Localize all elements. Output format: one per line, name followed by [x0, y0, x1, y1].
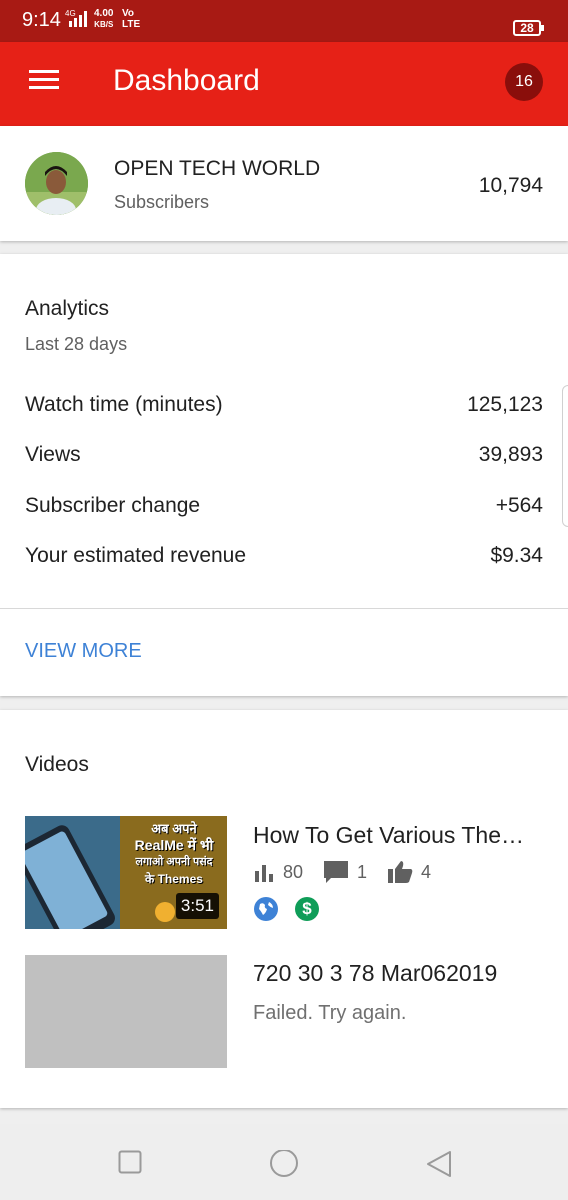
channel-name: OPEN TECH WORLD	[114, 157, 321, 180]
subscribers-count: 10,794	[478, 174, 543, 197]
divider	[0, 608, 568, 609]
monetization-icon: $	[295, 897, 319, 921]
subscribers-label: Subscribers	[114, 192, 210, 212]
speed-value: 4.00	[94, 8, 114, 19]
signal-icon	[69, 11, 87, 27]
system-nav-bar	[0, 1124, 568, 1200]
comments-count: 1	[357, 861, 368, 882]
upload-failed-status[interactable]: Failed. Try again.	[253, 1002, 406, 1025]
back-icon[interactable]	[426, 1150, 452, 1178]
status-bar: 9:14 4G 4.00 KB/S Vo LTE 28	[0, 0, 568, 42]
bar-chart-icon	[255, 865, 273, 882]
video-duration: 3:51	[175, 893, 219, 919]
metric-label-subscriber-change: Subscriber change	[25, 494, 201, 517]
network-speed: 4.00 KB/S	[94, 8, 113, 30]
page-title: Dashboard	[113, 64, 260, 97]
view-more-button[interactable]: VIEW MORE	[25, 640, 142, 663]
recents-icon[interactable]	[118, 1150, 142, 1174]
home-icon[interactable]	[269, 1150, 299, 1180]
thumbs-up-icon	[388, 861, 413, 883]
battery-icon: 28	[513, 20, 544, 36]
volte-indicator: Vo LTE	[122, 8, 140, 30]
metric-value-views: 39,893	[478, 443, 543, 466]
metric-label-views: Views	[25, 443, 81, 466]
volte-bottom: LTE	[122, 19, 141, 30]
app-bar: Dashboard 16	[0, 42, 568, 126]
status-time: 9:14	[22, 9, 61, 31]
views-count: 80	[283, 861, 304, 882]
comment-icon	[324, 861, 349, 883]
menu-icon[interactable]	[29, 68, 59, 92]
analytics-title: Analytics	[25, 297, 110, 320]
thumbnail-text: अब अपने RealMe में भी लगाओ अपनी पसंद के …	[121, 820, 227, 888]
video-thumbnail-placeholder[interactable]	[25, 955, 227, 1068]
channel-avatar	[25, 152, 88, 215]
globe-icon	[254, 897, 278, 921]
video-stats: 80 1 4	[253, 858, 451, 886]
metric-label-revenue: Your estimated revenue	[25, 544, 247, 567]
metric-value-revenue: $9.34	[490, 544, 543, 567]
video-thumbnail[interactable]: अब अपने RealMe में भी लगाओ अपनी पसंद के …	[25, 816, 227, 929]
metric-label-watch-time: Watch time (minutes)	[25, 393, 223, 416]
notification-badge[interactable]: 16	[505, 63, 543, 101]
video-title[interactable]: 720 30 3 78 Mar062019	[253, 960, 548, 987]
thumbnail-line: लगाओ अपनी पसंद	[135, 856, 213, 868]
thumbnail-line: के Themes	[145, 872, 203, 886]
metric-value-watch-time: 125,123	[467, 393, 543, 416]
video-title[interactable]: How To Get Various The…	[253, 822, 548, 849]
scroll-handle[interactable]	[562, 385, 568, 527]
thumbnail-line: अब अपने	[151, 821, 197, 836]
volte-top: Vo	[122, 8, 135, 19]
likes-count: 4	[421, 861, 432, 882]
metric-value-subscriber-change: +564	[495, 494, 543, 517]
thumbnail-line: RealMe में भी	[134, 837, 214, 853]
videos-title: Videos	[25, 753, 89, 776]
analytics-period: Last 28 days	[25, 334, 128, 354]
speed-unit: KB/S	[94, 20, 114, 29]
